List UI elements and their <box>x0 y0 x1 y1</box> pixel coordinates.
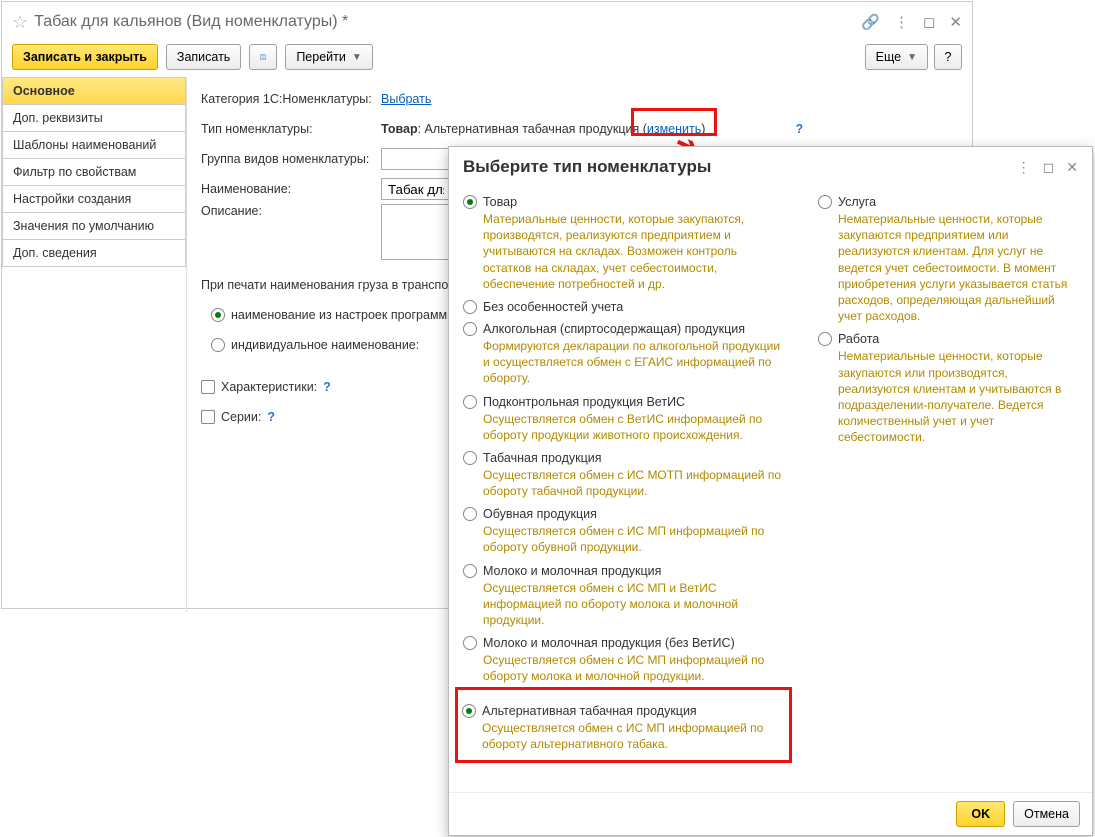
radio-individual-name-label: индивидуальное наименование: <box>231 338 419 352</box>
popup-title: Выберите тип номенклатуры <box>463 157 711 177</box>
no-features-label: Без особенностей учета <box>483 300 623 314</box>
name-label: Наименование: <box>201 182 381 196</box>
category-select-link[interactable]: Выбрать <box>381 92 431 106</box>
radio-shoes[interactable] <box>463 507 477 521</box>
save-button[interactable]: Записать <box>166 44 241 70</box>
link-icon[interactable]: 🔗 <box>861 13 880 31</box>
sidebar-item-defaults[interactable]: Значения по умолчанию <box>2 212 186 240</box>
vetis-label: Подконтрольная продукция ВетИС <box>483 395 685 409</box>
type-label: Тип номенклатуры: <box>201 122 381 136</box>
radio-tobacco[interactable] <box>463 451 477 465</box>
usluga-desc: Нематериальные ценности, которые закупаю… <box>838 211 1078 324</box>
alcohol-label: Алкогольная (спиртосодержащая) продукция <box>483 322 745 336</box>
sidebar: Основное Доп. реквизиты Шаблоны наименов… <box>2 78 187 612</box>
kebab-icon[interactable]: ⋮ <box>1017 159 1031 176</box>
chevron-down-icon: ▼ <box>352 52 362 63</box>
type-change-link[interactable]: изменить <box>647 122 701 136</box>
list-button[interactable] <box>249 44 277 70</box>
group-label: Группа видов номенклатуры: <box>201 152 381 166</box>
alt-tobacco-label: Альтернативная табачная продукция <box>482 704 697 718</box>
toolbar: Записать и закрыть Записать Перейти ▼ Еще… <box>2 36 972 78</box>
print-label: При печати наименования груза в транспо <box>201 278 448 292</box>
radio-vetis[interactable] <box>463 395 477 409</box>
right-column: Услуга Нематериальные ценности, которые … <box>818 187 1078 786</box>
type-value: Товар: Альтернативная табачная продукция… <box>381 122 705 136</box>
window-title: Табак для кальянов (Вид номенклатуры) * <box>34 13 348 31</box>
more-button[interactable]: Еще ▼ <box>865 44 928 70</box>
help-button[interactable]: ? <box>934 44 962 70</box>
desc-input[interactable] <box>381 204 451 260</box>
radio-individual-name[interactable] <box>211 338 225 352</box>
shoes-label: Обувная продукция <box>483 507 597 521</box>
goto-button[interactable]: Перейти ▼ <box>285 44 372 70</box>
radio-alcohol[interactable] <box>463 322 477 336</box>
sidebar-item-props[interactable]: Доп. реквизиты <box>2 104 186 132</box>
name-input[interactable] <box>381 178 451 200</box>
checkbox-series[interactable] <box>201 410 215 424</box>
characteristics-label: Характеристики: <box>221 380 317 394</box>
favorite-star-icon[interactable]: ☆ <box>12 12 28 33</box>
goto-label: Перейти <box>296 50 346 64</box>
sidebar-item-info[interactable]: Доп. сведения <box>2 239 186 267</box>
sidebar-item-main[interactable]: Основное <box>2 77 186 105</box>
sidebar-item-templates[interactable]: Шаблоны наименований <box>2 131 186 159</box>
more-label: Еще <box>876 50 901 64</box>
left-column: Товар Материальные ценности, которые зак… <box>463 187 788 786</box>
radio-no-features[interactable] <box>463 300 477 314</box>
vetis-desc: Осуществляется обмен с ВетИС информацией… <box>483 411 788 443</box>
radio-rabota[interactable] <box>818 332 832 346</box>
group-input[interactable] <box>381 148 451 170</box>
milk-novetis-desc: Осуществляется обмен с ИС МП информацией… <box>483 652 788 684</box>
rabota-label: Работа <box>838 332 879 346</box>
type-hint[interactable]: ? <box>795 122 803 136</box>
sidebar-item-creation[interactable]: Настройки создания <box>2 185 186 213</box>
window-header: ☆ Табак для кальянов (Вид номенклатуры) … <box>2 2 972 36</box>
radio-tovar[interactable] <box>463 195 477 209</box>
maximize-icon[interactable]: ◻ <box>923 13 935 31</box>
list-icon <box>260 50 266 64</box>
milk-label: Молоко и молочная продукция <box>483 564 661 578</box>
chevron-down-icon: ▼ <box>907 52 917 63</box>
rabota-desc: Нематериальные ценности, которые закупаю… <box>838 348 1078 445</box>
tovar-desc: Материальные ценности, которые закупаютс… <box>483 211 788 292</box>
cancel-button[interactable]: Отмена <box>1013 801 1080 827</box>
radio-milk[interactable] <box>463 564 477 578</box>
type-selector-popup: Выберите тип номенклатуры ⋮ ◻ ✕ Товар Ма… <box>448 146 1093 836</box>
radio-milk-novetis[interactable] <box>463 636 477 650</box>
usluga-label: Услуга <box>838 195 876 209</box>
ok-button[interactable]: OK <box>956 801 1005 827</box>
sidebar-item-filter[interactable]: Фильтр по свойствам <box>2 158 186 186</box>
close-icon[interactable]: ✕ <box>949 13 962 31</box>
radio-program-name[interactable] <box>211 308 225 322</box>
category-label: Категория 1С:Номенклатуры: <box>201 92 381 106</box>
kebab-icon[interactable]: ⋮ <box>894 13 909 31</box>
radio-alt-tobacco[interactable] <box>462 704 476 718</box>
save-close-button[interactable]: Записать и закрыть <box>12 44 158 70</box>
radio-tovar-label: Товар <box>483 195 517 209</box>
alcohol-desc: Формируются декларации по алкогольной пр… <box>483 338 788 387</box>
highlight-alt-tobacco: Альтернативная табачная продукция Осущес… <box>455 687 792 763</box>
tobacco-desc: Осуществляется обмен с ИС МОТП информаци… <box>483 467 788 499</box>
series-hint[interactable]: ? <box>267 410 275 424</box>
radio-usluga[interactable] <box>818 195 832 209</box>
checkbox-characteristics[interactable] <box>201 380 215 394</box>
tobacco-label: Табачная продукция <box>483 451 602 465</box>
maximize-icon[interactable]: ◻ <box>1043 159 1055 176</box>
series-label: Серии: <box>221 410 261 424</box>
milk-novetis-label: Молоко и молочная продукция (без ВетИС) <box>483 636 735 650</box>
characteristics-hint[interactable]: ? <box>323 380 331 394</box>
radio-program-name-label: наименование из настроек программы <box>231 308 456 322</box>
milk-desc: Осуществляется обмен с ИС МП и ВетИС инф… <box>483 580 788 629</box>
desc-label: Описание: <box>201 204 381 218</box>
alt-tobacco-desc: Осуществляется обмен с ИС МП информацией… <box>482 720 785 752</box>
shoes-desc: Осуществляется обмен с ИС МП информацией… <box>483 523 788 555</box>
close-icon[interactable]: ✕ <box>1066 159 1078 176</box>
